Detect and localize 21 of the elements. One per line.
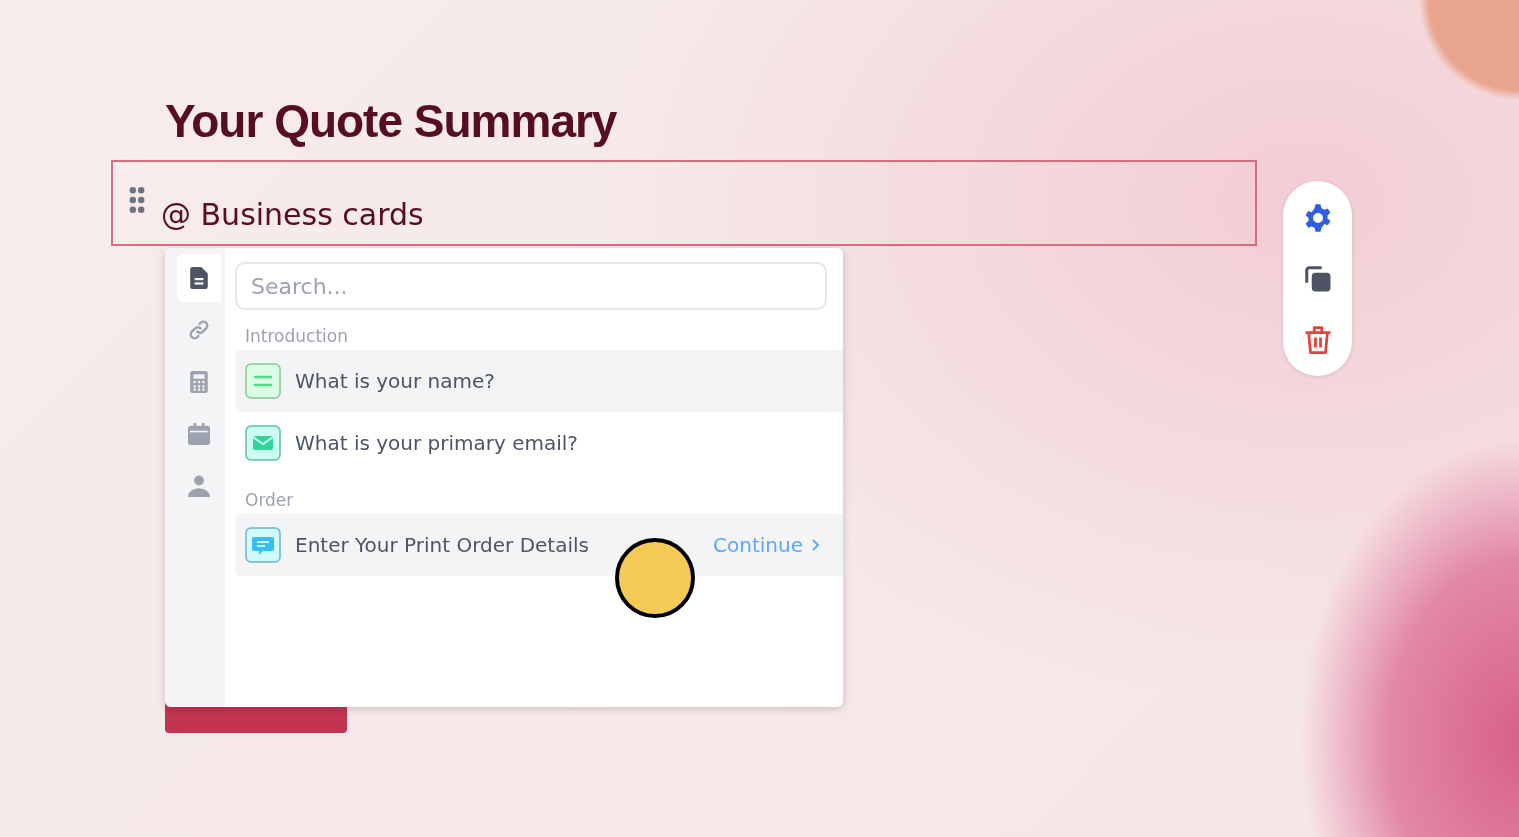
question-item[interactable]: Enter Your Print Order Details Continue [235,514,843,576]
text-block[interactable]: @ Business cards [111,160,1257,246]
block-text: @ Business cards [161,200,424,230]
document-tab[interactable] [177,254,221,302]
group-heading: Order [245,490,295,510]
page-title: Your Quote Summary [165,94,618,148]
calculator-icon [188,371,210,393]
question-item[interactable]: What is your name? [235,350,843,412]
question-item[interactable]: What is your primary email? [235,412,843,474]
chat-bubble-icon [245,527,281,563]
document-icon [188,267,210,289]
search-field[interactable]: Search... [235,262,827,310]
duplicate-icon [1302,263,1333,294]
group-heading: Introduction [245,326,349,346]
text-lines-icon [245,363,281,399]
person-icon [188,475,210,497]
link-icon [188,319,210,341]
drag-handle-icon[interactable] [127,186,147,214]
envelope-icon [245,425,281,461]
calendar-icon [188,423,210,445]
chevron-right-icon [811,539,819,551]
